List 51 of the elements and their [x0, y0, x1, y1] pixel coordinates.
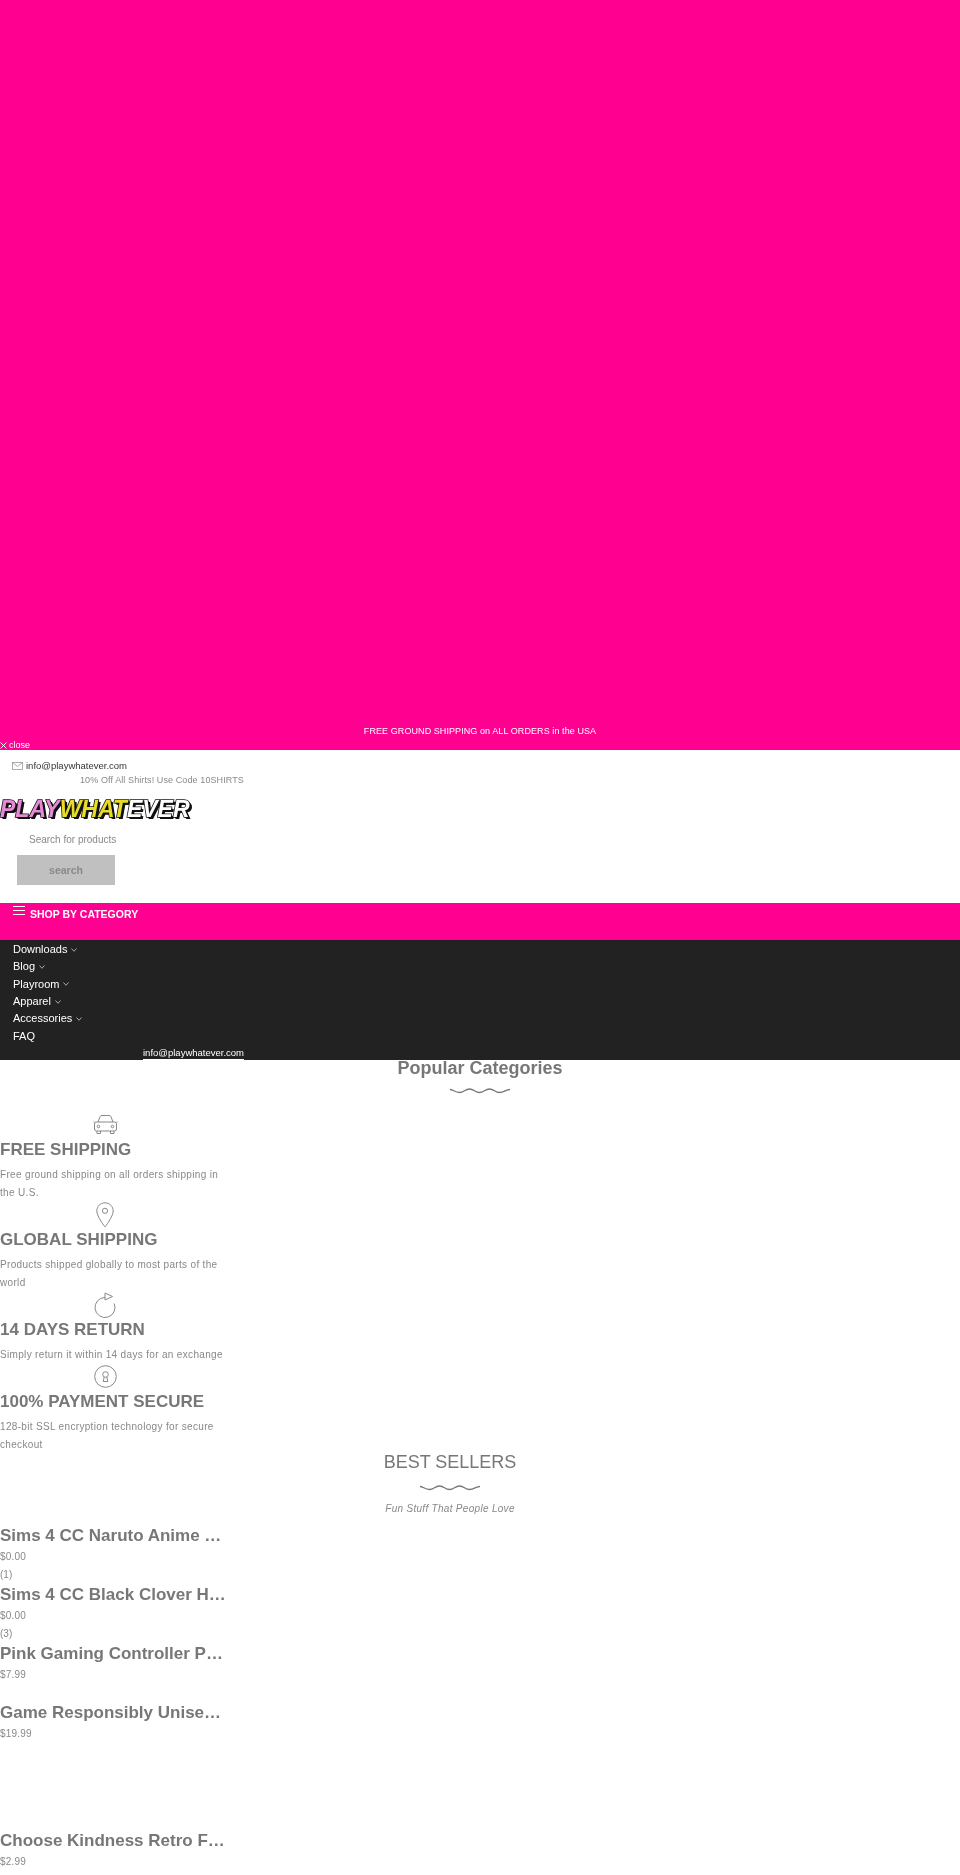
shipping-notice: FREE GROUND SHIPPING on ALL ORDERS in the USA [363, 725, 597, 737]
product-title[interactable]: Sims 4 CC Black Clover H… [0, 1583, 226, 1606]
nav-link[interactable]: FAQ [13, 1027, 35, 1045]
product-title[interactable]: Game Responsibly Unise… [0, 1701, 222, 1724]
chevron-down-icon [71, 947, 78, 952]
chevron-down-icon [54, 999, 61, 1004]
menu-icon [13, 906, 25, 915]
product-price: $2.99 [0, 1854, 27, 1869]
section-title: Popular Categories [397, 1059, 563, 1076]
close-button[interactable]: close [0, 740, 30, 750]
car-icon [92, 1114, 118, 1136]
nav-link[interactable]: Playroom [13, 975, 70, 993]
section-title: BEST SELLERS [383, 1453, 517, 1470]
search-field[interactable]: Search for products [17, 824, 127, 854]
product-title[interactable]: Choose Kindness Retro F… [0, 1829, 225, 1852]
envelope-icon [12, 762, 23, 770]
email-link[interactable]: info@playwhatever.com [26, 760, 127, 772]
feature-text: Free ground shipping on all orders shipping in the U.S. [0, 1167, 220, 1200]
product-price: $0.00 [0, 1549, 27, 1564]
feature-title: 14 DAYS RETURN [0, 1318, 145, 1341]
product-title[interactable]: Pink Gaming Controller P… [0, 1642, 223, 1665]
chevron-down-icon [76, 1016, 83, 1021]
section-subtitle: Fun Stuff That People Love [385, 1501, 515, 1516]
feature-title: FREE SHIPPING [0, 1138, 132, 1161]
nav-link[interactable]: Downloads [13, 941, 78, 959]
wave-divider-icon [449, 1086, 511, 1094]
feature-title: GLOBAL SHIPPING [0, 1228, 158, 1251]
review-count: (3) [0, 1626, 13, 1641]
nav-link[interactable]: Blog [13, 958, 46, 976]
shop-by-category-button[interactable]: SHOP BY CATEGORY [13, 906, 139, 920]
product-price: $19.99 [0, 1726, 32, 1741]
product-price: $7.99 [0, 1667, 27, 1682]
map-pin-icon [96, 1201, 114, 1228]
logo[interactable]: PLAYWHATEVER [0, 800, 193, 818]
close-icon [0, 741, 7, 749]
chevron-down-icon [39, 965, 46, 969]
chevron-down-icon [63, 982, 70, 987]
feature-title: 100% PAYMENT SECURE [0, 1390, 205, 1413]
keyhole-icon [93, 1365, 117, 1389]
wave-divider-icon [419, 1483, 481, 1491]
product-title[interactable]: Sims 4 CC Naruto Anime … [0, 1524, 222, 1547]
feature-text: Simply return it within 14 days for an exchange [0, 1347, 224, 1362]
feature-text: Products shipped globally to most parts of the world [0, 1257, 219, 1290]
nav-link[interactable]: Apparel [13, 993, 61, 1011]
feature-text: 128-bit SSL encryption technology for secure checkout [0, 1419, 215, 1452]
review-count: (1) [0, 1567, 13, 1582]
refresh-icon [93, 1291, 117, 1318]
email-link[interactable]: info@playwhatever.com [143, 1046, 244, 1060]
promo-text: 10% Off All Shirts! Use Code 10SHIRTS [80, 774, 244, 786]
nav-link[interactable]: Accessories [13, 1010, 83, 1028]
product-price: $0.00 [0, 1608, 27, 1623]
